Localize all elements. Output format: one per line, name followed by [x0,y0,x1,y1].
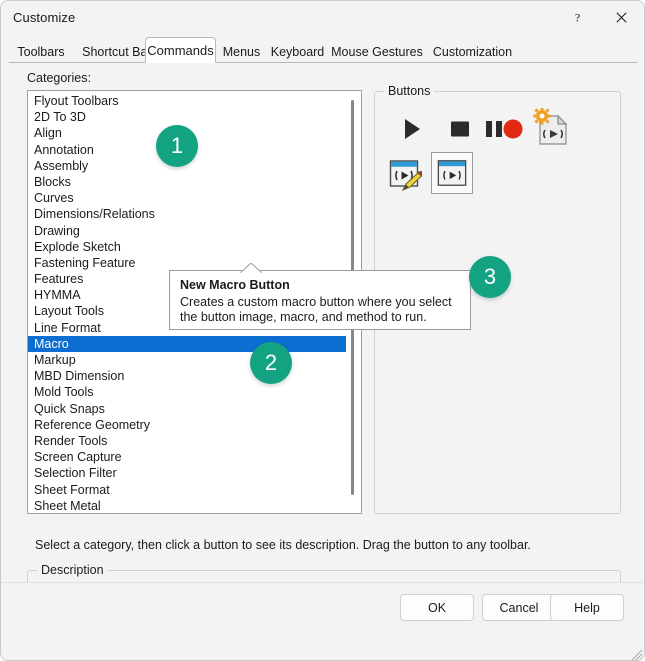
tab-commands[interactable]: Commands [145,37,216,63]
stop-macro-icon[interactable] [443,112,477,146]
category-item[interactable]: MBD Dimension [28,368,346,384]
cancel-button[interactable]: Cancel [482,594,556,621]
edit-macro-button-icon[interactable] [386,155,424,193]
tab-keyboard[interactable]: Keyboard [266,40,329,63]
step-badge-1: 1 [156,125,198,167]
tab-menus[interactable]: Menus [217,40,266,63]
customize-dialog: Customize ? Toolbars Shortcut Bars Comma… [0,0,645,661]
resize-grip[interactable] [631,648,643,660]
category-item[interactable]: Fastening Feature [28,255,346,271]
categories-label: Categories: [27,71,91,85]
step-badge-2: 2 [250,342,292,384]
help-button[interactable]: Help [550,594,624,621]
commands-panel: Categories: Flyout Toolbars 2D To 3D Align… [1,63,644,660]
svg-text:?: ? [574,11,579,24]
help-icon[interactable]: ? [555,1,599,33]
dialog-footer: OK Cancel Help [1,582,644,660]
tooltip-body: Creates a custom macro button where you … [180,295,452,324]
category-item[interactable]: Selection Filter [28,465,346,481]
category-item[interactable]: Flyout Toolbars [28,93,346,109]
category-item[interactable]: Macro [28,335,346,352]
category-item[interactable]: Drawing [28,223,346,239]
category-item[interactable]: Markup [28,352,346,368]
page-title: Customize [13,10,76,25]
category-item[interactable]: Screen Capture [28,449,346,465]
category-item[interactable]: 2D To 3D [28,109,346,125]
tab-customization[interactable]: Customization [425,40,520,63]
pause-record-macro-icon[interactable] [483,112,529,146]
ok-button[interactable]: OK [400,594,474,621]
category-item[interactable]: Curves [28,190,346,206]
tab-mouse-gestures[interactable]: Mouse Gestures [329,40,425,63]
tooltip: New Macro Button Creates a custom macro … [169,270,471,330]
category-item[interactable]: Sheet Metal [28,498,346,513]
category-item[interactable]: Quick Snaps [28,401,346,417]
tab-toolbars[interactable]: Toolbars [9,40,73,63]
category-item[interactable]: Render Tools [28,433,346,449]
run-macro-icon[interactable] [395,112,429,146]
category-item[interactable]: Dimensions/Relations [28,206,346,222]
tooltip-title: New Macro Button [180,278,290,292]
hint-text: Select a category, then click a button t… [35,538,531,552]
buttons-legend: Buttons [384,84,435,98]
new-macro-icon[interactable] [530,106,574,150]
step-badge-3: 3 [469,256,511,298]
category-item[interactable]: Sheet Format [28,482,346,498]
category-item[interactable]: Explode Sketch [28,239,346,255]
tooltip-pointer [239,261,263,275]
description-legend: Description [37,563,108,577]
category-item[interactable]: Blocks [28,174,346,190]
category-item[interactable]: Reference Geometry [28,417,346,433]
title-bar: Customize ? [1,1,644,35]
category-item[interactable]: Mold Tools [28,384,346,400]
tab-strip: Toolbars Shortcut Bars Commands Menus Ke… [1,37,644,63]
new-macro-button-icon[interactable] [431,152,473,194]
close-icon[interactable] [599,1,643,33]
